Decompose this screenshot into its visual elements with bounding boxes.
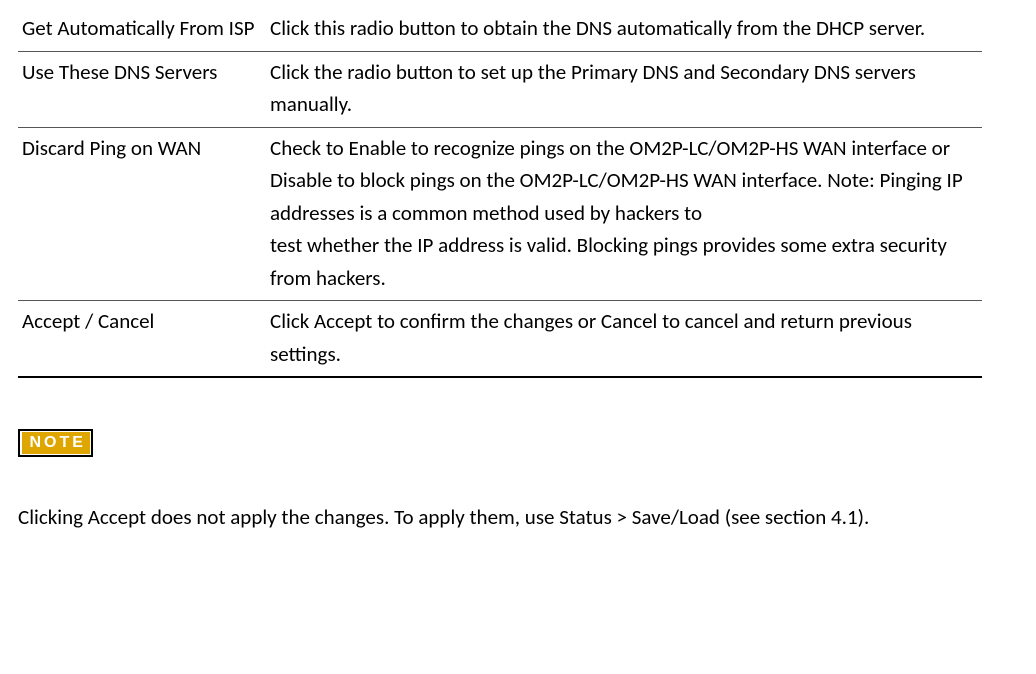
table-row: Discard Ping on WAN Check to Enable to r…	[18, 127, 982, 301]
table-row: Get Automatically From ISP Click this ra…	[18, 12, 982, 51]
row-desc: Click this radio button to obtain the DN…	[266, 12, 982, 51]
table-row: Use These DNS Servers Click the radio bu…	[18, 51, 982, 127]
row-desc: Check to Enable to recognize pings on th…	[266, 127, 982, 301]
row-label: Accept / Cancel	[18, 301, 266, 378]
note-body: Clicking Accept does not apply the chang…	[18, 501, 982, 534]
row-label: Use These DNS Servers	[18, 51, 266, 127]
definition-table: Get Automatically From ISP Click this ra…	[18, 12, 982, 378]
row-label: Discard Ping on WAN	[18, 127, 266, 301]
note-badge: NOTE	[18, 424, 982, 457]
row-desc: Click the radio button to set up the Pri…	[266, 51, 982, 127]
note-label: NOTE	[22, 432, 90, 453]
row-label: Get Automatically From ISP	[18, 12, 266, 51]
row-desc: Click Accept to confirm the changes or C…	[266, 301, 982, 378]
table-row: Accept / Cancel Click Accept to confirm …	[18, 301, 982, 378]
